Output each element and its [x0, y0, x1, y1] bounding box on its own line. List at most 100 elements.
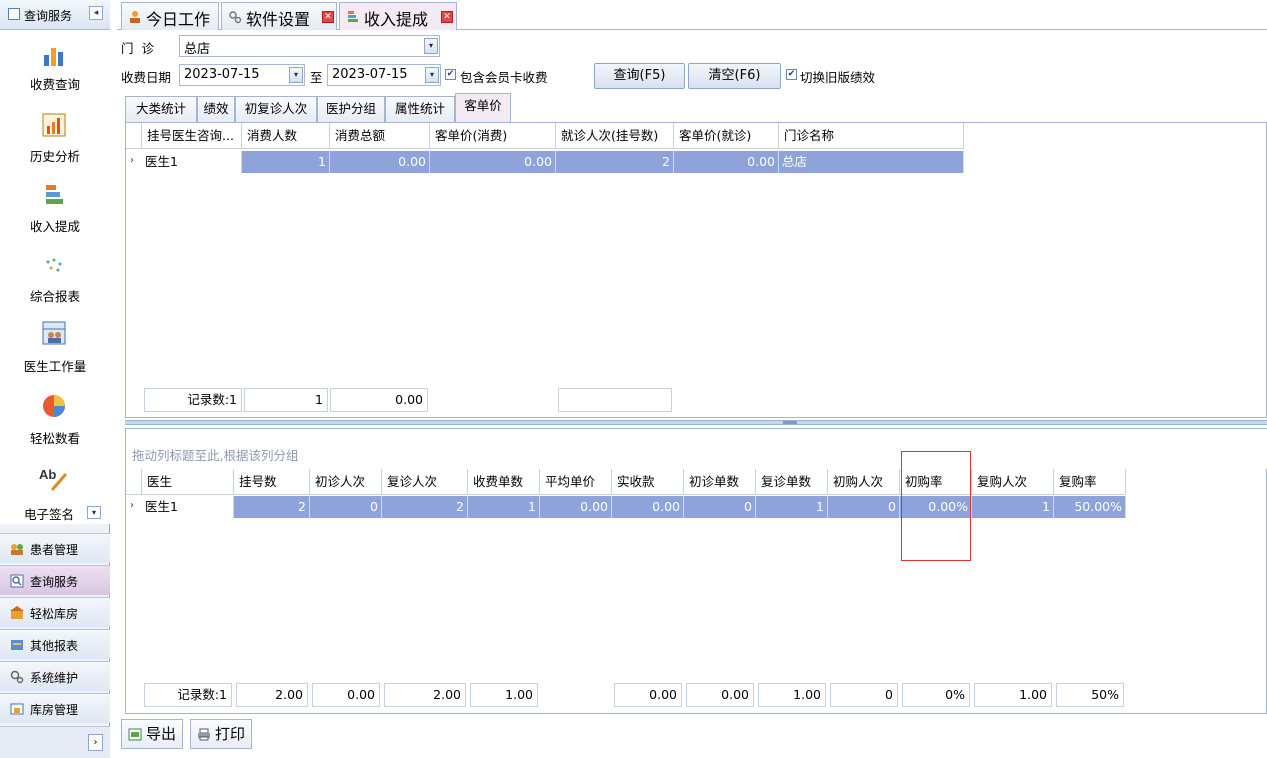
tab-today-work[interactable]: 今日工作: [121, 2, 219, 30]
print-button[interactable]: 打印: [190, 719, 252, 749]
module-patients[interactable]: 患者管理: [0, 533, 110, 563]
scatter-dots-icon: [46, 258, 62, 272]
footer-cell: 2.00: [236, 683, 308, 707]
subtab-unit-price[interactable]: 客单价: [455, 93, 511, 122]
export-button[interactable]: 导出: [121, 719, 183, 749]
cell-unit-price-consume: 0.00: [430, 151, 556, 173]
sidebar-item-fee-query[interactable]: 收费查询: [0, 36, 110, 106]
close-tab-icon[interactable]: ✕: [441, 11, 453, 23]
footer-cell: 0.00: [312, 683, 380, 707]
column-header[interactable]: 复购人次: [972, 469, 1054, 495]
module-storeroom[interactable]: 库房管理: [0, 693, 110, 723]
subtab-nurse-groups[interactable]: 医护分组: [317, 96, 385, 122]
tab-software-settings[interactable]: 软件设置 ✕: [221, 2, 337, 30]
cell-registrations: 2: [234, 496, 310, 518]
column-header[interactable]: 初诊单数: [684, 469, 756, 495]
row-indicator-icon: ›: [130, 155, 134, 166]
column-header[interactable]: 挂号数: [234, 469, 310, 495]
column-header[interactable]: 实收款: [612, 469, 684, 495]
sidebar-item-label: 综合报表: [29, 289, 80, 304]
sidebar-item-doctor-workload[interactable]: 医生工作量: [0, 318, 110, 388]
fee-date-label: 收费日期: [121, 70, 172, 85]
sidebar-item-income[interactable]: 收入提成: [0, 178, 110, 248]
column-header[interactable]: 平均单价: [540, 469, 612, 495]
module-other-reports[interactable]: 其他报表: [0, 629, 110, 659]
expand-button[interactable]: ›: [88, 734, 103, 751]
module-label: 其他报表: [30, 639, 79, 653]
tab-income-commission[interactable]: 收入提成 ✕: [339, 2, 457, 30]
cell-repeat-rate: 50.00%: [1054, 496, 1126, 518]
sidebar-title: 查询服务: [24, 9, 73, 23]
cell-return-orders: 1: [756, 496, 828, 518]
unit-price-grid: 挂号医生咨询... 消费人数 消费总额 客单价(消费) 就诊人次(挂号数) 客单…: [125, 122, 1267, 418]
subtab-visit-counts[interactable]: 初复诊人次: [235, 96, 317, 122]
column-header[interactable]: 复诊单数: [756, 469, 828, 495]
collapse-sidebar-button[interactable]: ◂: [89, 6, 103, 20]
old-perf-checkbox[interactable]: ✔: [786, 69, 797, 80]
cell-unit-price-visit: 0.00: [674, 151, 779, 173]
subtab-attribute-stats[interactable]: 属性统计: [385, 96, 455, 122]
highlight-box: [901, 451, 971, 561]
subtab-category-stats[interactable]: 大类统计: [125, 96, 197, 122]
clinic-select[interactable]: 总店 ▾: [179, 35, 440, 57]
include-member-checkbox[interactable]: ✔: [445, 69, 456, 80]
cell-persons: 1: [242, 151, 330, 173]
cell-first-buyers: 0: [828, 496, 900, 518]
sidebar-item-label: 轻松数看: [29, 431, 80, 446]
cell-repeat-buyers: 1: [972, 496, 1054, 518]
column-header[interactable]: 收费单数: [468, 469, 540, 495]
cell-doctor: 医生1: [142, 496, 234, 518]
column-header[interactable]: 消费总额: [330, 123, 430, 149]
document-tabs: 今日工作 软件设置 ✕ 收入提成 ✕: [117, 0, 1267, 30]
grid-corner: [126, 469, 142, 495]
printer-icon: [198, 728, 210, 741]
report-icon: [11, 640, 23, 650]
footer-cell: 2.00: [384, 683, 466, 707]
group-hint: 拖动列标题至此,根据该列分组: [132, 448, 299, 463]
column-header[interactable]: 挂号医生咨询...: [142, 123, 242, 149]
grid-corner: [126, 123, 142, 149]
module-system-maintenance[interactable]: 系统维护: [0, 661, 110, 691]
warehouse-icon: [10, 606, 24, 619]
footer-cell: 1.00: [974, 683, 1052, 707]
query-button[interactable]: 查询(F5): [594, 63, 685, 89]
chevron-down-icon[interactable]: ▾: [424, 38, 438, 54]
column-header[interactable]: 就诊人次(挂号数): [556, 123, 674, 149]
column-header[interactable]: 客单价(消费): [430, 123, 556, 149]
signature-icon: Ab: [39, 467, 68, 491]
column-header[interactable]: 门诊名称: [779, 123, 964, 149]
chevron-down-icon[interactable]: ▾: [289, 67, 303, 83]
sidebar-item-reports[interactable]: 综合报表: [0, 248, 110, 318]
chevron-down-icon[interactable]: ▾: [425, 67, 439, 83]
date-to-picker[interactable]: 2023-07-15 ▾: [327, 64, 441, 86]
sidebar-item-e-signature[interactable]: Ab 电子签名 ▾: [0, 460, 110, 530]
column-header[interactable]: 客单价(就诊): [674, 123, 779, 149]
table-row[interactable]: › 医生1 2 0 2 1 0.00 0.00 0 1 0 0.00% 1 50…: [126, 496, 1126, 518]
footer-cell: 1.00: [470, 683, 538, 707]
date-from-picker[interactable]: 2023-07-15 ▾: [179, 64, 305, 86]
column-header[interactable]: 初诊人次: [310, 469, 382, 495]
module-query-service[interactable]: 查询服务: [0, 565, 110, 595]
splitter-grip[interactable]: [783, 421, 797, 424]
footer-total: 0.00: [330, 388, 428, 412]
history-chart-icon: [42, 113, 66, 137]
table-row[interactable]: › 医生1 1 0.00 0.00 2 0.00 总店: [126, 151, 964, 173]
sidebar-item-history[interactable]: 历史分析: [0, 108, 110, 178]
module-easy-warehouse[interactable]: 轻松库房: [0, 597, 110, 627]
scroll-down-icon[interactable]: ▾: [87, 506, 101, 519]
column-header[interactable]: 消费人数: [242, 123, 330, 149]
column-header[interactable]: 复购率: [1054, 469, 1126, 495]
sidebar-item-label: 历史分析: [29, 149, 80, 164]
patients-icon: [11, 544, 23, 555]
sidebar-item-easy-view[interactable]: 轻松数看: [0, 388, 110, 458]
module-label: 系统维护: [30, 671, 79, 685]
column-header[interactable]: 医生: [142, 469, 234, 495]
splitter[interactable]: [125, 420, 1267, 425]
settings-icon: [10, 670, 24, 684]
close-tab-icon[interactable]: ✕: [322, 11, 334, 23]
column-header[interactable]: 复诊人次: [382, 469, 468, 495]
subtab-performance[interactable]: 绩效: [197, 96, 235, 122]
column-header[interactable]: 初购人次: [828, 469, 900, 495]
group-panel[interactable]: 拖动列标题至此,根据该列分组: [126, 429, 1267, 469]
clear-button[interactable]: 清空(F6): [688, 63, 781, 89]
